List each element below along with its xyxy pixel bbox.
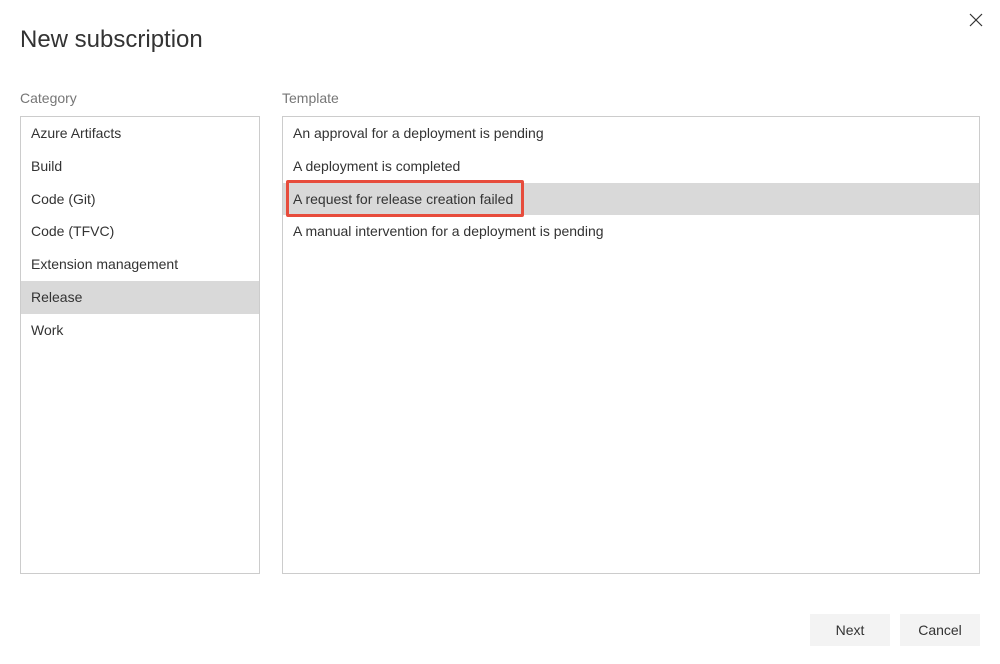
category-item[interactable]: Build xyxy=(21,150,259,183)
template-item[interactable]: A request for release creation failed xyxy=(283,183,979,216)
dialog-footer: Next Cancel xyxy=(810,614,980,646)
close-icon[interactable] xyxy=(966,10,986,30)
category-item[interactable]: Code (TFVC) xyxy=(21,215,259,248)
content-columns: Category Azure ArtifactsBuildCode (Git)C… xyxy=(20,90,980,574)
template-item[interactable]: An approval for a deployment is pending xyxy=(283,117,979,150)
category-item[interactable]: Extension management xyxy=(21,248,259,281)
template-list: An approval for a deployment is pendingA… xyxy=(282,116,980,574)
category-item[interactable]: Azure Artifacts xyxy=(21,117,259,150)
template-column: Template An approval for a deployment is… xyxy=(282,90,980,574)
next-button[interactable]: Next xyxy=(810,614,890,646)
dialog-title: New subscription xyxy=(20,26,980,54)
category-item[interactable]: Release xyxy=(21,281,259,314)
category-item[interactable]: Work xyxy=(21,314,259,347)
cancel-button[interactable]: Cancel xyxy=(900,614,980,646)
category-list: Azure ArtifactsBuildCode (Git)Code (TFVC… xyxy=(20,116,260,574)
category-label: Category xyxy=(20,90,260,106)
template-item[interactable]: A deployment is completed xyxy=(283,150,979,183)
category-item[interactable]: Code (Git) xyxy=(21,183,259,216)
template-label: Template xyxy=(282,90,980,106)
category-column: Category Azure ArtifactsBuildCode (Git)C… xyxy=(20,90,260,574)
template-item[interactable]: A manual intervention for a deployment i… xyxy=(283,215,979,248)
